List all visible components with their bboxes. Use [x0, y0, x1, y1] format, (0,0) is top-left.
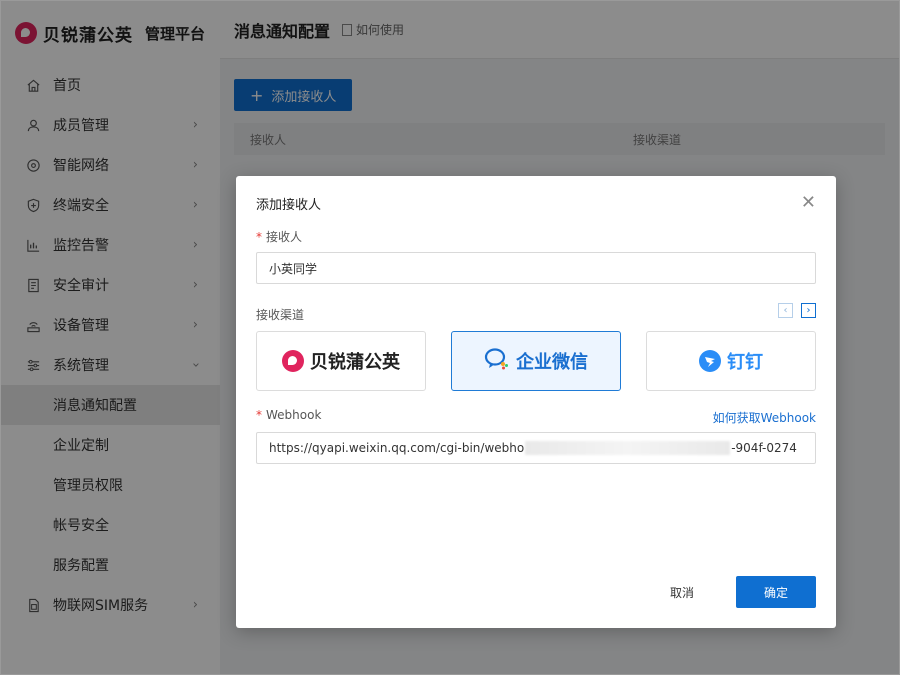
channel-pager: ‹ › [778, 303, 816, 318]
confirm-button[interactable]: 确定 [736, 576, 816, 608]
webhook-input[interactable]: https://qyapi.weixin.qq.com/cgi-bin/webh… [256, 432, 816, 464]
webhook-value-end: -904f-0274 [731, 441, 797, 455]
cancel-button[interactable]: 取消 [656, 576, 708, 608]
channel-option-dingtalk[interactable]: 钉钉 [646, 331, 816, 391]
webhook-help-link[interactable]: 如何获取Webhook [713, 409, 816, 426]
recipient-input[interactable] [256, 252, 816, 284]
webhook-value-start: https://qyapi.weixin.qq.com/cgi-bin/webh… [269, 441, 525, 455]
pgy-logo-icon [282, 350, 304, 372]
required-mark: * [256, 230, 262, 244]
dialog-title: 添加接收人 [256, 198, 322, 213]
channel-name: 钉钉 [727, 352, 763, 373]
channel-option-pgy[interactable]: 贝锐蒲公英 [256, 331, 426, 391]
webhook-label: * Webhook [256, 408, 321, 422]
channel-name: 企业微信 [516, 352, 588, 373]
channel-options: 贝锐蒲公英 企业微信 钉钉 [256, 331, 816, 391]
close-icon[interactable]: ✕ [801, 192, 816, 213]
required-mark: * [256, 408, 262, 422]
channel-option-wecom[interactable]: 企业微信 [451, 331, 621, 391]
app-window: 贝锐蒲公英 管理平台 首页 成员管理 › 智能网络 › 终端安全 › 监控告警 … [0, 0, 900, 675]
channel-name: 贝锐蒲公英 [310, 352, 400, 373]
recipient-label-text: 接收人 [266, 230, 303, 244]
webhook-label-text: Webhook [266, 408, 322, 422]
webhook-value-redacted [525, 441, 731, 455]
chevron-left-icon[interactable]: ‹ [778, 303, 793, 318]
chevron-right-icon[interactable]: › [801, 303, 816, 318]
dingtalk-logo-icon [699, 350, 721, 372]
recipient-label: * 接收人 [256, 228, 302, 245]
channel-label: 接收渠道 [256, 308, 305, 322]
wecom-logo-icon [484, 347, 510, 376]
add-recipient-dialog: 添加接收人 ✕ * 接收人 接收渠道 ‹ › 贝锐蒲公英 [236, 176, 836, 628]
